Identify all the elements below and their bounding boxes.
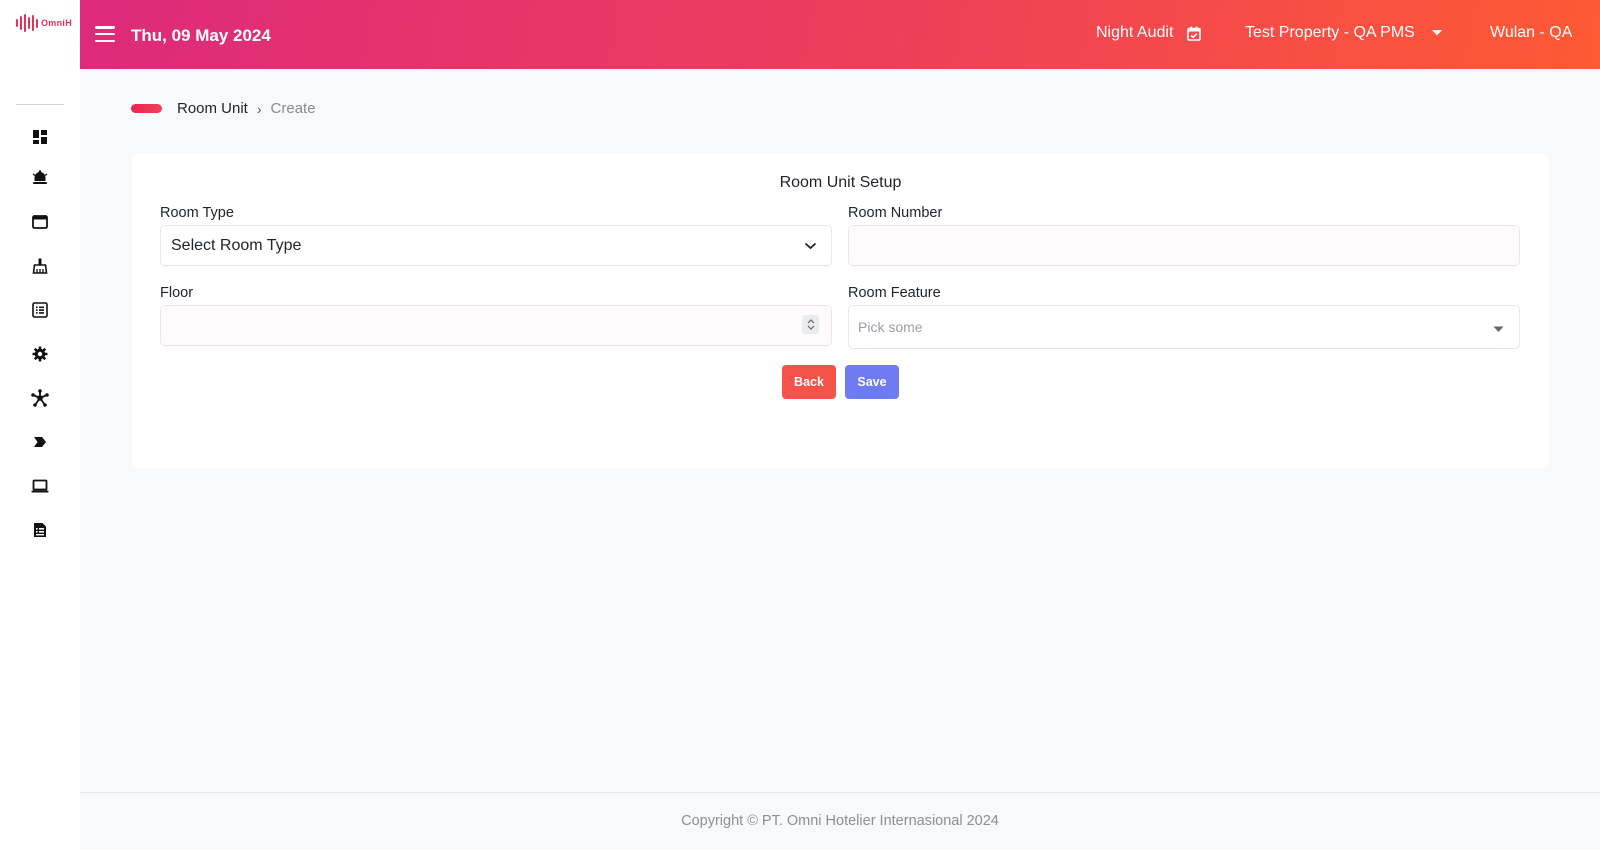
form-title: Room Unit Setup [779,174,902,191]
sidebar-item-network[interactable] [30,388,50,408]
room-unit-form-card: Room Unit Setup Room Type Select Room Ty… [132,154,1549,468]
gear-icon [32,346,48,362]
room-feature-placeholder: Pick some [858,319,923,335]
property-dropdown[interactable]: Test Property - QA PMS [1245,24,1443,42]
night-audit-label: Night Audit [1096,24,1174,41]
night-audit-button[interactable]: Night Audit [1096,24,1202,42]
breadcrumb-marker [131,104,162,113]
sidebar-item-list[interactable] [30,300,50,320]
sidebar: OmniH [0,0,80,850]
window-icon [32,215,48,229]
hamburger-line [95,39,115,42]
room-number-input[interactable] [848,225,1520,266]
current-date: Thu, 09 May 2024 [131,26,271,45]
list-icon [32,302,48,318]
report-icon [34,523,46,537]
floor-label: Floor [160,285,194,301]
back-button[interactable]: Back [782,365,836,399]
logo-text: OmniH [41,18,73,28]
room-type-select[interactable]: Select Room Type [160,225,832,266]
breadcrumb-current: Create [270,100,316,117]
dashboard-icon [33,130,47,144]
app-logo[interactable]: OmniH [16,14,72,32]
hamburger-line [95,26,115,29]
logo-mark [16,14,38,32]
top-navbar: Thu, 09 May 2024 Night Audit Test Proper… [80,0,1600,69]
footer-copyright: Copyright © PT. Omni Hotelier Internasio… [681,813,999,829]
room-type-value: Select Room Type [171,236,302,254]
breadcrumb: Room Unit › Create [131,100,316,117]
chevron-tag-icon [34,437,46,447]
room-type-label: Room Type [160,205,234,221]
room-feature-multiselect[interactable]: Pick some [848,305,1520,349]
sidebar-item-dashboard[interactable] [30,127,50,147]
property-label: Test Property - QA PMS [1245,24,1415,41]
broom-icon [32,258,48,274]
floor-stepper[interactable] [802,315,819,334]
user-menu[interactable]: Wulan - QA [1490,24,1572,42]
sidebar-item-housekeeping[interactable] [30,256,50,276]
hamburger-line [95,32,115,36]
stepper-up-down-icon [807,319,814,330]
sidebar-item-devices[interactable] [30,476,50,496]
sidebar-item-window[interactable] [30,212,50,232]
sidebar-item-tags[interactable] [30,432,50,452]
room-feature-label: Room Feature [848,285,941,301]
footer-divider [80,792,1600,793]
breadcrumb-separator: › [256,100,262,117]
sidebar-item-front-desk[interactable] [30,168,50,188]
menu-toggle-button[interactable] [95,26,115,42]
floor-number-input[interactable] [160,305,832,346]
laptop-icon [31,479,49,493]
calendar-check-icon [1187,26,1202,41]
sidebar-item-reports[interactable] [30,520,50,540]
save-button[interactable]: Save [845,365,899,399]
breadcrumb-room-unit-link[interactable]: Room Unit [177,100,248,117]
network-icon [31,389,49,407]
concierge-bell-icon [32,170,48,184]
chevron-down-icon [804,242,817,249]
sidebar-divider [16,104,64,105]
room-number-label: Room Number [848,205,943,221]
sidebar-item-settings[interactable] [30,344,50,364]
caret-down-icon [1431,30,1442,36]
caret-down-icon [1493,326,1504,332]
